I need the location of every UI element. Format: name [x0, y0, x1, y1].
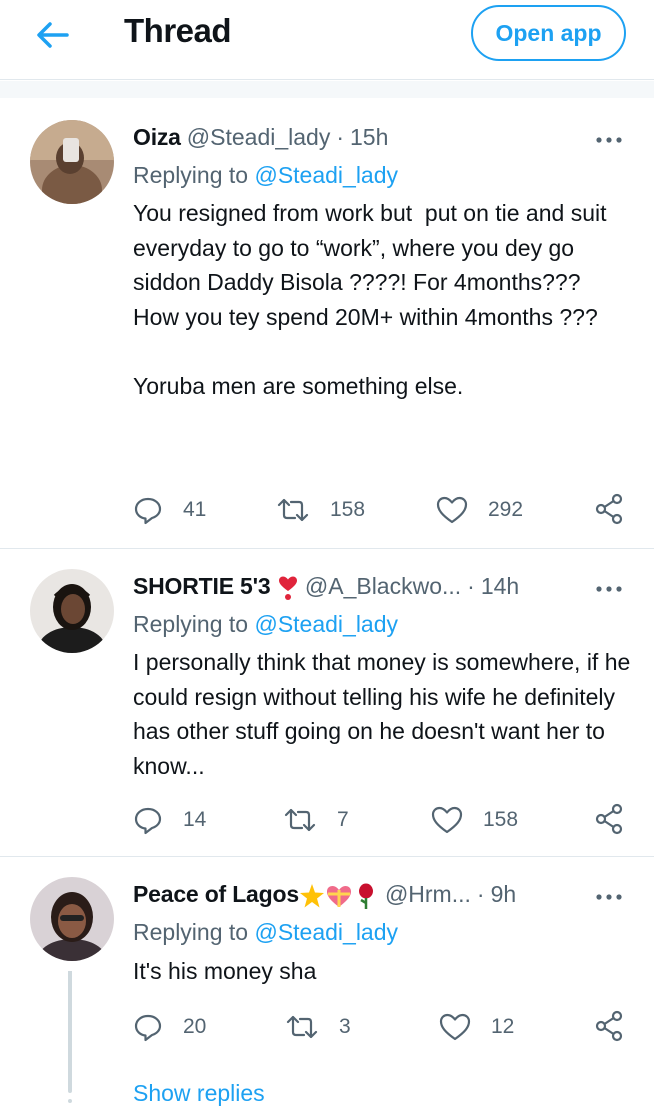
retweet-count: 3: [339, 1015, 351, 1038]
like-icon: [431, 806, 463, 834]
more-icon[interactable]: [594, 130, 624, 150]
like-button[interactable]: 12: [439, 1010, 514, 1044]
retweet-icon: [286, 1015, 318, 1039]
heart-gift-emoji-icon: [326, 885, 351, 907]
mention-link[interactable]: @Steadi_lady: [254, 919, 398, 945]
tweet-text: I personally think that money is somewhe…: [133, 649, 637, 779]
reply-button[interactable]: 14: [133, 803, 206, 837]
reply-icon: [134, 497, 162, 525]
tweet-text: You resigned from work but put on tie an…: [133, 200, 607, 399]
like-count: 158: [483, 808, 519, 831]
thread-connector: [68, 971, 72, 1091]
retweet-button[interactable]: 158: [276, 493, 365, 527]
replying-to: Replying to @Steadi_lady: [133, 162, 399, 188]
like-icon: [439, 1013, 471, 1041]
tweet-header: Oiza @Steadi_lady · 15h: [133, 124, 389, 150]
mention-link[interactable]: @Steadi_lady: [254, 162, 398, 188]
like-icon: [436, 496, 468, 524]
reply-count: 14: [183, 808, 207, 831]
like-button[interactable]: 158: [431, 803, 518, 837]
heart-emoji-icon: [278, 576, 297, 600]
display-name[interactable]: Oiza: [133, 124, 181, 150]
display-name[interactable]: SHORTIE 5'3: [133, 573, 271, 599]
replying-to: Replying to @Steadi_lady: [133, 919, 399, 945]
share-icon[interactable]: [594, 803, 624, 835]
retweet-button[interactable]: 7: [283, 803, 349, 837]
replying-to: Replying to @Steadi_lady: [133, 611, 399, 637]
tweet-actions: 41 158 292: [133, 493, 633, 527]
star-emoji-icon: [299, 883, 324, 908]
open-app-button[interactable]: Open app: [471, 5, 626, 61]
reply-button[interactable]: 41: [133, 493, 206, 527]
show-replies-link[interactable]: Show replies: [133, 1080, 265, 1107]
timestamp[interactable]: 15h: [350, 124, 388, 150]
reply-button[interactable]: 20: [133, 1010, 206, 1044]
tweet-oiza[interactable]: Oiza @Steadi_lady · 15h Replying to @Steadi…: [0, 98, 654, 548]
tweet-actions: 20 3 12: [133, 1010, 633, 1044]
tweet-actions: 14 7 158: [133, 803, 633, 837]
like-count: 292: [488, 498, 524, 521]
mention-link[interactable]: @Steadi_lady: [254, 611, 398, 637]
retweet-button[interactable]: 3: [285, 1010, 351, 1044]
reply-icon: [134, 1014, 162, 1042]
retweet-count: 158: [330, 498, 366, 521]
reply-icon: [134, 807, 162, 835]
reply-count: 20: [183, 1015, 207, 1038]
user-handle[interactable]: @Steadi_lady: [187, 124, 331, 150]
like-count: 12: [491, 1015, 515, 1038]
avatar[interactable]: [30, 120, 114, 204]
user-handle[interactable]: @Hrm...: [385, 881, 471, 907]
timestamp[interactable]: 14h: [481, 573, 519, 599]
retweet-count: 7: [337, 808, 349, 831]
retweet-icon: [277, 498, 309, 522]
tweet-peace-of-lagos[interactable]: Peace of Lagos @Hrm... · 9h Replying to @St…: [0, 857, 654, 1115]
more-icon[interactable]: [594, 887, 624, 907]
more-icon[interactable]: [594, 579, 624, 599]
tweet-text: It's his money sha: [133, 958, 317, 984]
user-handle[interactable]: @A_Blackwo...: [305, 573, 461, 599]
separator-strip: [0, 81, 654, 98]
reply-count: 41: [183, 498, 207, 521]
timestamp[interactable]: 9h: [491, 881, 517, 907]
share-icon[interactable]: [594, 493, 624, 525]
tweet-header: Peace of Lagos @Hrm... · 9h: [133, 881, 516, 910]
avatar[interactable]: [30, 569, 114, 653]
top-bar: Thread Open app: [0, 0, 654, 80]
display-name[interactable]: Peace of Lagos: [133, 881, 299, 907]
back-arrow-icon[interactable]: [34, 20, 70, 50]
avatar[interactable]: [30, 877, 114, 961]
rose-emoji-icon: [358, 883, 373, 909]
share-icon[interactable]: [594, 1010, 624, 1042]
retweet-icon: [284, 808, 316, 832]
page-title: Thread: [124, 12, 232, 49]
thread-continuation-dots: [68, 1079, 72, 1103]
tweet-shortie[interactable]: SHORTIE 5'3 @A_Blackwo... · 14h Replying t…: [0, 549, 654, 856]
tweet-header: SHORTIE 5'3 @A_Blackwo... · 14h: [133, 573, 520, 600]
like-button[interactable]: 292: [436, 493, 523, 527]
